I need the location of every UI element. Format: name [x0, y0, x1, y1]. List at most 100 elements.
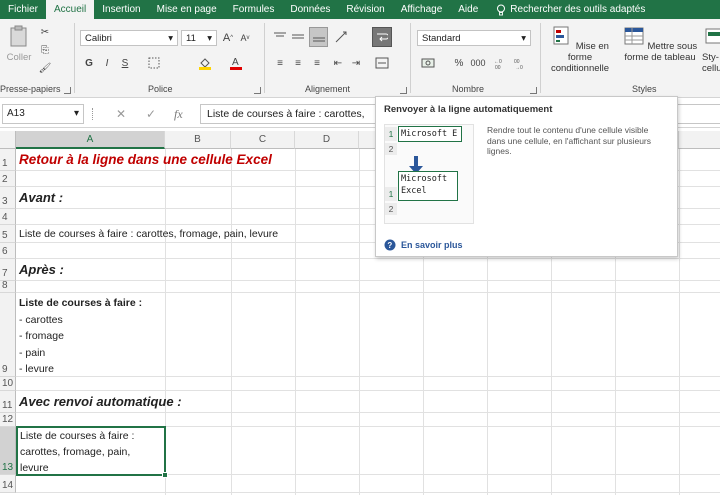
cell-a3[interactable]: Avant : — [19, 190, 63, 205]
tab-affichage[interactable]: Affichage — [393, 0, 451, 19]
currency-icon[interactable] — [418, 55, 438, 71]
borders-icon[interactable] — [145, 55, 163, 71]
mini-cell-line: Excel — [401, 186, 427, 196]
orientation-icon[interactable] — [333, 29, 351, 45]
ribbon-separator — [540, 23, 541, 93]
ribbon-separator — [264, 23, 265, 93]
column-header[interactable] — [679, 131, 720, 149]
percent-button[interactable]: % — [452, 55, 466, 71]
wrap-text-icon[interactable] — [372, 27, 392, 47]
cell-a13-selected[interactable]: Liste de courses à faire : carottes, fro… — [16, 426, 168, 478]
italic-button[interactable]: I — [100, 55, 114, 71]
tab-fichier[interactable]: Fichier — [0, 0, 46, 19]
tab-accueil[interactable]: Accueil — [46, 0, 95, 19]
align-center-icon[interactable]: ≡ — [290, 55, 306, 71]
fill-color-icon[interactable] — [196, 55, 214, 71]
alignment-launcher-icon[interactable] — [400, 87, 407, 94]
merge-center-icon[interactable] — [372, 55, 392, 71]
row-header-4[interactable]: 4 — [0, 209, 16, 225]
row-header-11[interactable]: 11 — [0, 391, 16, 413]
tab-insertion[interactable]: Insertion — [94, 0, 148, 19]
row-header-3[interactable]: 3 — [0, 187, 16, 209]
increase-decimal-icon[interactable]: ←0 00 — [492, 55, 508, 71]
row-header-12[interactable]: 12 — [0, 413, 16, 427]
column-header-b[interactable]: B — [165, 131, 231, 149]
cell-a7[interactable]: Après : — [19, 262, 64, 277]
gridline — [16, 412, 720, 413]
enter-icon[interactable]: ✓ — [146, 107, 156, 121]
align-middle-icon[interactable] — [290, 29, 306, 45]
tab-aide[interactable]: Aide — [450, 0, 486, 19]
group-label-font: Police — [148, 84, 173, 94]
cell-styles-button[interactable]: Sty-cellu — [702, 25, 720, 74]
row-header-7[interactable]: 7 — [0, 259, 16, 281]
tell-me-search[interactable]: Rechercher des outils adaptés — [486, 0, 645, 19]
cell-a5[interactable]: Liste de courses à faire : carottes, fro… — [19, 228, 278, 240]
fill-handle[interactable] — [162, 472, 168, 478]
underline-button[interactable]: S — [118, 55, 132, 71]
column-header-a[interactable]: A — [16, 131, 165, 149]
cancel-icon[interactable]: ✕ — [116, 107, 126, 121]
decrease-decimal-icon[interactable]: 00 →0 — [512, 55, 528, 71]
tab-mise-en-page[interactable]: Mise en page — [149, 0, 225, 19]
chevron-down-icon: ▾ — [168, 32, 173, 44]
tab-formules[interactable]: Formules — [225, 0, 283, 19]
decrease-indent-icon[interactable]: ⇤ — [330, 55, 346, 71]
row-header-5[interactable]: 5 — [0, 225, 16, 243]
group-label-clipboard: Presse-papiers — [0, 84, 61, 94]
ribbon-separator — [74, 23, 75, 93]
clipboard-icon — [10, 25, 27, 47]
cut-icon[interactable]: ✂ — [38, 25, 52, 39]
font-size-select[interactable]: 11 ▾ — [181, 30, 217, 46]
font-name-select[interactable]: Calibri ▾ — [80, 30, 178, 46]
thousands-separator-button[interactable]: 000 — [468, 55, 488, 71]
number-format-select[interactable]: Standard ▾ — [417, 30, 531, 46]
bold-button[interactable]: G — [82, 55, 96, 71]
chevron-down-icon: ▾ — [73, 108, 79, 119]
font-color-icon[interactable]: A — [227, 55, 245, 71]
grip-handle[interactable] — [92, 108, 94, 120]
select-all-button[interactable] — [0, 131, 16, 149]
row-header-6[interactable]: 6 — [0, 243, 16, 259]
mini-row-number: 2 — [385, 203, 397, 215]
tab-revision[interactable]: Révision — [338, 0, 392, 19]
insert-function-button[interactable]: fx — [174, 107, 183, 122]
row-header-2[interactable]: 2 — [0, 171, 16, 187]
tooltip-illustration: 1 Microsoft E 2 1 Microsoft Excel 2 — [384, 124, 474, 224]
learn-more-link[interactable]: ? En savoir plus — [384, 239, 463, 251]
row-header-14[interactable]: 14 — [0, 475, 16, 493]
format-as-table-button[interactable]: Mettre sous forme de tableau — [620, 25, 700, 63]
align-right-icon[interactable]: ≡ — [309, 55, 325, 71]
cell-a11[interactable]: Avec renvoi automatique : — [19, 394, 182, 409]
align-left-icon[interactable]: ≡ — [272, 55, 288, 71]
tab-donnees[interactable]: Données — [282, 0, 338, 19]
group-label-styles: Styles — [632, 84, 657, 94]
gridline — [16, 292, 720, 293]
cell-a9[interactable]: Liste de courses à faire : - carottes - … — [19, 295, 142, 378]
clipboard-launcher-icon[interactable] — [64, 87, 71, 94]
cell-a1[interactable]: Retour à la ligne dans une cellule Excel — [19, 152, 272, 167]
row-header-10[interactable]: 10 — [0, 377, 16, 391]
mini-row-number: 1 — [385, 187, 397, 201]
chevron-down-icon: ▾ — [207, 32, 212, 44]
increase-indent-icon[interactable]: ⇥ — [348, 55, 364, 71]
conditional-formatting-button[interactable]: Mise en forme conditionnelle — [544, 25, 616, 74]
ribbon: Coller ✂ ⎘ 🖌 Presse-papiers Calibri ▾ 11 ▾… — [0, 19, 720, 98]
row-header-8[interactable]: 8 — [0, 280, 16, 293]
font-launcher-icon[interactable] — [254, 87, 261, 94]
column-header-c[interactable]: C — [231, 131, 295, 149]
row-header-13[interactable]: 13 — [0, 427, 16, 475]
gridline — [16, 390, 720, 391]
align-top-icon[interactable] — [272, 29, 288, 45]
column-header-d[interactable]: D — [295, 131, 359, 149]
grow-font-icon[interactable]: A ^ — [221, 30, 235, 46]
number-launcher-icon[interactable] — [530, 87, 537, 94]
format-painter-icon[interactable]: 🖌 — [38, 61, 52, 75]
shrink-font-icon[interactable]: Av — [238, 30, 252, 46]
row-header-1[interactable]: 1 — [0, 149, 16, 171]
name-box[interactable]: A13 ▾ — [2, 104, 84, 124]
paste-button[interactable]: Coller — [2, 25, 36, 63]
row-header-9[interactable]: 9 — [0, 293, 16, 377]
copy-icon[interactable]: ⎘ — [38, 43, 52, 57]
align-bottom-icon[interactable] — [309, 27, 328, 47]
